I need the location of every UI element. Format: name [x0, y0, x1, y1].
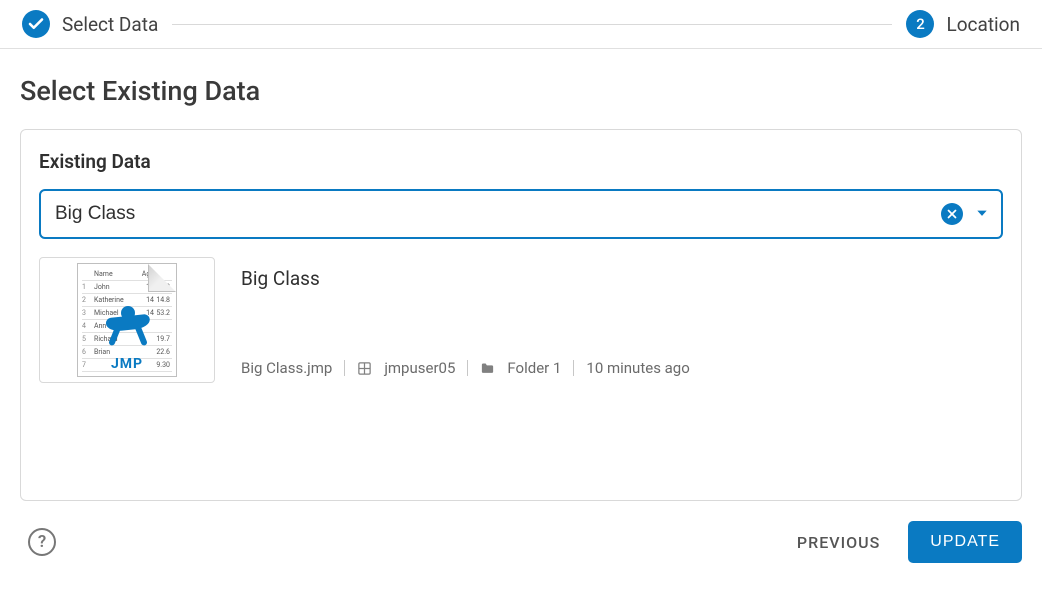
- existing-data-panel: Existing Data NameAge 1John1318 2Katheri…: [20, 129, 1022, 501]
- jmp-logo-text: JMP: [78, 356, 176, 372]
- document-icon: NameAge 1John1318 2Katherine1414.8 3Mich…: [77, 263, 177, 377]
- step-label: Location: [946, 13, 1020, 36]
- combobox-input[interactable]: [55, 203, 941, 225]
- grid-icon: [357, 361, 372, 376]
- meta-folder: Folder 1: [507, 359, 561, 377]
- result-title: Big Class: [241, 267, 690, 290]
- clear-icon[interactable]: [941, 203, 963, 225]
- update-button[interactable]: UPDATE: [908, 521, 1022, 563]
- folder-icon: [480, 361, 495, 376]
- file-thumbnail: NameAge 1John1318 2Katherine1414.8 3Mich…: [39, 257, 215, 383]
- page-title: Select Existing Data: [20, 75, 1022, 107]
- meta-time: 10 minutes ago: [586, 359, 689, 377]
- wizard-stepper: Select Data 2 Location: [0, 0, 1042, 49]
- meta-user: jmpuser05: [384, 359, 455, 377]
- result-card[interactable]: NameAge 1John1318 2Katherine1414.8 3Mich…: [39, 257, 1003, 383]
- jmp-logo-icon: [106, 306, 150, 350]
- panel-title: Existing Data: [39, 150, 1003, 173]
- step-connector: [172, 24, 892, 25]
- meta-filename: Big Class.jmp: [241, 359, 332, 377]
- meta-separator: [344, 360, 345, 376]
- meta-separator: [467, 360, 468, 376]
- check-icon: [22, 10, 50, 38]
- help-button[interactable]: ?: [28, 528, 56, 556]
- step-number-badge: 2: [906, 10, 934, 38]
- step-label: Select Data: [62, 13, 158, 36]
- existing-data-combobox[interactable]: [39, 189, 1003, 239]
- chevron-down-icon[interactable]: [975, 205, 989, 224]
- result-metadata: Big Class.jmp jmpuser05 Folder 1 10 minu…: [241, 359, 690, 377]
- main-content: Select Existing Data Existing Data NameA…: [0, 49, 1042, 501]
- previous-button[interactable]: PREVIOUS: [791, 523, 886, 562]
- meta-separator: [573, 360, 574, 376]
- wizard-footer: ? PREVIOUS UPDATE: [0, 501, 1042, 563]
- step-location[interactable]: 2 Location: [906, 10, 1020, 38]
- step-select-data[interactable]: Select Data: [22, 10, 158, 38]
